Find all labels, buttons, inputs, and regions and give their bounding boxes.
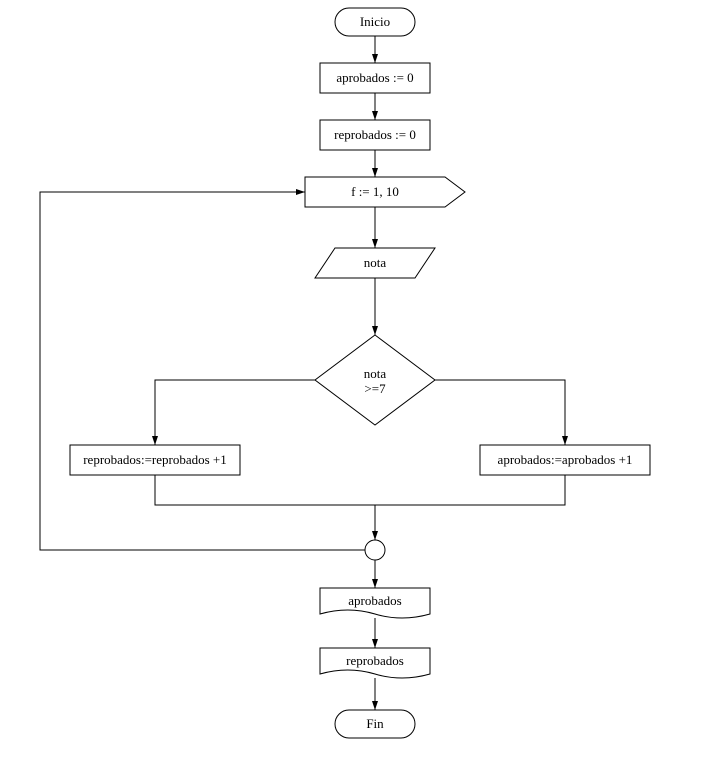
end-label: Fin — [366, 716, 384, 731]
init2-node: reprobados := 0 — [320, 120, 430, 150]
decision-label-2: >=7 — [364, 381, 386, 396]
out1-node: aprobados — [320, 588, 430, 618]
out2-node: reprobados — [320, 648, 430, 678]
aprobados-inc-node: aprobados:=aprobados +1 — [480, 445, 650, 475]
reprobados-inc-label: reprobados:=reprobados +1 — [83, 452, 227, 467]
start-label: Inicio — [360, 14, 390, 29]
flowchart-diagram: Inicio aprobados := 0 reprobados := 0 f … — [0, 0, 714, 758]
decision-node: nota >=7 — [315, 335, 435, 425]
input-label: nota — [364, 255, 387, 270]
end-node: Fin — [335, 710, 415, 738]
start-node: Inicio — [335, 8, 415, 36]
decision-label-1: nota — [364, 366, 387, 381]
loop-label: f := 1, 10 — [351, 184, 399, 199]
input-node: nota — [315, 248, 435, 278]
out1-label: aprobados — [348, 593, 401, 608]
init1-label: aprobados := 0 — [336, 70, 413, 85]
aprobados-inc-label: aprobados:=aprobados +1 — [498, 452, 633, 467]
init1-node: aprobados := 0 — [320, 63, 430, 93]
out2-label: reprobados — [346, 653, 404, 668]
connector-node — [365, 540, 385, 560]
reprobados-inc-node: reprobados:=reprobados +1 — [70, 445, 240, 475]
loop-node: f := 1, 10 — [305, 177, 465, 207]
init2-label: reprobados := 0 — [334, 127, 416, 142]
